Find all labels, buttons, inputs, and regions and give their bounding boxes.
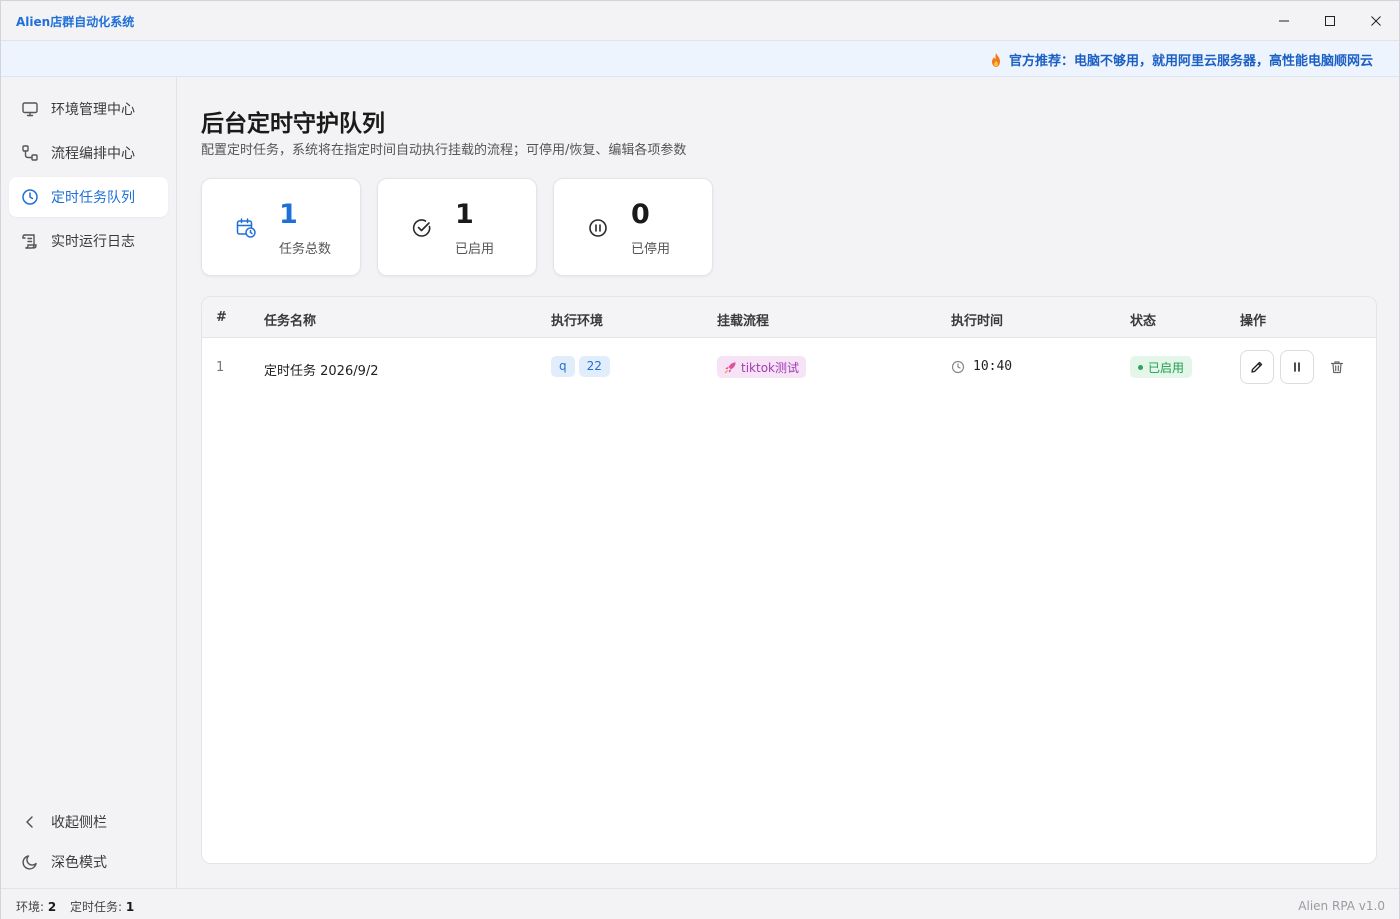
workflow-icon — [22, 145, 38, 161]
col-header-name: 任务名称 — [264, 314, 317, 329]
calendar-clock-icon — [236, 218, 256, 238]
app-window: Alien店群自动化系统 官方推荐：电脑不够用，就用阿里云服务器，高性能电脑顺网… — [0, 0, 1400, 919]
page-subtitle: 配置定时任务，系统将在指定时间自动执行挂载的流程；可停用/恢复、编辑各项参数 — [201, 143, 687, 158]
clock-icon — [22, 189, 38, 205]
collapse-sidebar-button[interactable]: 收起侧栏 — [9, 802, 168, 842]
stat-paused-label: 已停用 — [631, 242, 671, 257]
table-header: # 任务名称 执行环境 挂载流程 执行时间 状态 操作 — [202, 297, 1376, 338]
sidebar-item-environments[interactable]: 环境管理中心 — [9, 89, 168, 129]
col-header-index: # — [216, 310, 227, 325]
status-dot — [1138, 364, 1143, 370]
sidebar-item-label: 实时运行日志 — [51, 234, 135, 250]
stat-enabled-value: 1 — [455, 199, 474, 230]
fire-icon — [992, 52, 1000, 67]
maximize-icon — [1325, 16, 1335, 26]
stat-total-value: 1 — [279, 199, 298, 230]
statusbar-env-count: 环境: 2 — [16, 898, 56, 915]
statusbar-task-value: 1 — [125, 900, 135, 914]
status-badge-label: 已启用 — [1148, 360, 1185, 375]
statusbar-task-label: 定时任务: — [70, 900, 123, 914]
moon-icon — [22, 855, 37, 870]
row-time-value: 10:40 — [973, 359, 1013, 374]
col-header-time: 执行时间 — [951, 314, 1004, 329]
row-time: 10:40 — [951, 359, 1012, 374]
row-task-name: 定时任务 2026/9/2 — [264, 364, 379, 379]
monitor-icon — [22, 102, 38, 117]
sidebar-item-logs[interactable]: 实时运行日志 — [9, 221, 168, 261]
close-icon — [1371, 16, 1381, 26]
chevron-left-icon — [26, 816, 33, 828]
pause-icon — [1294, 362, 1300, 372]
promo-banner[interactable]: 官方推荐：电脑不够用，就用阿里云服务器，高性能电脑顺网云 — [1, 41, 1399, 77]
row-flow: tiktok测试 — [717, 356, 806, 378]
env-tag: q — [551, 356, 575, 377]
app-version: Alien RPA v1.0 — [1298, 899, 1385, 913]
dark-mode-toggle[interactable]: 深色模式 — [9, 842, 168, 882]
app-title: Alien店群自动化系统 — [16, 15, 135, 29]
close-button[interactable] — [1353, 7, 1399, 35]
pause-circle-icon — [589, 219, 607, 237]
col-header-actions: 操作 — [1240, 314, 1267, 329]
check-circle-icon — [412, 219, 431, 237]
delete-task-button[interactable] — [1320, 350, 1354, 384]
env-tag: 22 — [578, 356, 610, 377]
banner-text: 官方推荐：电脑不够用，就用阿里云服务器，高性能电脑顺网云 — [1009, 54, 1374, 69]
statusbar-env-value: 2 — [47, 900, 57, 914]
stat-paused-value: 0 — [631, 199, 650, 230]
col-header-flow: 挂载流程 — [717, 314, 770, 329]
row-env-tags: q 22 — [551, 356, 614, 377]
stat-total-label: 任务总数 — [279, 242, 332, 257]
col-header-env: 执行环境 — [551, 314, 604, 329]
row-status: 已启用 — [1130, 356, 1193, 378]
col-header-status: 状态 — [1130, 314, 1157, 329]
sidebar-item-label: 流程编排中心 — [51, 146, 135, 162]
status-badge: 已启用 — [1130, 356, 1193, 378]
flow-tag: tiktok测试 — [717, 356, 806, 378]
collapse-sidebar-label: 收起侧栏 — [51, 815, 107, 831]
clock-icon — [951, 360, 965, 373]
trash-icon — [1330, 361, 1344, 374]
minimize-button[interactable] — [1261, 7, 1307, 35]
statusbar-task-count: 定时任务: 1 — [70, 898, 134, 915]
maximize-button[interactable] — [1307, 7, 1353, 35]
sidebar-item-label: 环境管理中心 — [51, 102, 135, 118]
statusbar-env-label: 环境: — [16, 900, 45, 914]
sidebar-item-label: 定时任务队列 — [51, 190, 135, 206]
minimize-icon — [1279, 20, 1289, 22]
dark-mode-label: 深色模式 — [51, 855, 107, 871]
sidebar-item-workflows[interactable]: 流程编排中心 — [9, 133, 168, 173]
scroll-icon — [22, 234, 37, 249]
stat-card-total: 1 任务总数 — [201, 178, 361, 276]
status-bar: 环境: 2 定时任务: 1 Alien RPA v1.0 — [1, 888, 1399, 919]
page-title: 后台定时守护队列 — [201, 111, 385, 137]
stat-card-paused: 0 已停用 — [553, 178, 713, 276]
row-index: 1 — [216, 360, 225, 375]
flow-tag-label: tiktok测试 — [741, 360, 799, 375]
pencil-icon — [1251, 361, 1263, 373]
stat-enabled-label: 已启用 — [455, 242, 495, 257]
edit-task-button[interactable] — [1240, 350, 1274, 384]
pause-task-button[interactable] — [1280, 350, 1314, 384]
task-table: # 任务名称 执行环境 挂载流程 执行时间 状态 操作 1 定时任务 2026/… — [201, 296, 1377, 864]
sidebar: 环境管理中心 流程编排中心 定时任务队列 实时运行日志 收起侧栏 深色模式 — [1, 77, 177, 888]
sidebar-item-scheduled-tasks[interactable]: 定时任务队列 — [9, 177, 168, 217]
stat-card-enabled: 1 已启用 — [377, 178, 537, 276]
title-bar: Alien店群自动化系统 — [1, 1, 1399, 41]
rocket-icon — [724, 361, 736, 373]
